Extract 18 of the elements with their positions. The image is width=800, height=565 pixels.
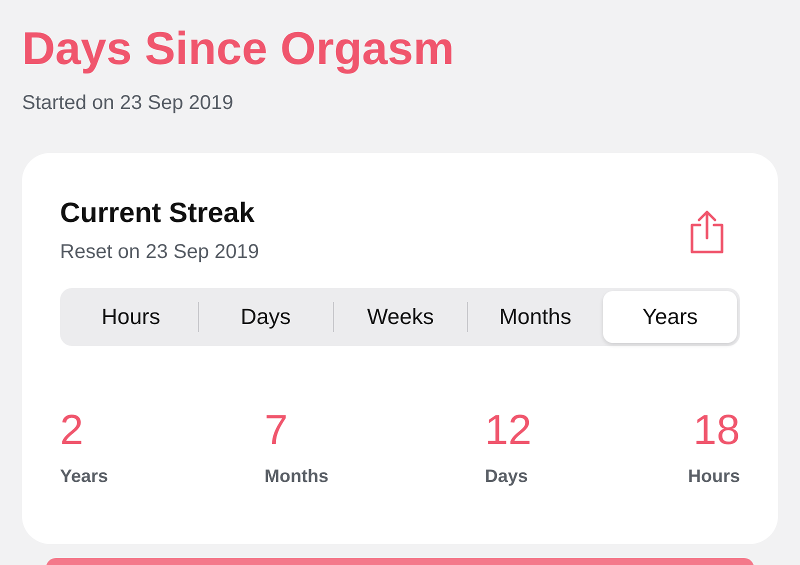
unit-tab[interactable]: Months [468, 291, 602, 343]
stat-value: 18 [693, 406, 740, 454]
stat-unit: Hours [688, 466, 740, 487]
stat-unit: Days [484, 466, 528, 487]
card-title: Current Streak [60, 197, 256, 229]
start-date: Started on 23 Sep 2019 [22, 92, 234, 115]
share-icon[interactable] [688, 209, 726, 255]
unit-tab[interactable]: Hours [64, 291, 198, 343]
stat-unit: Months [264, 466, 328, 487]
unit-tab[interactable]: Weeks [334, 291, 468, 343]
page-title: Days Since Orgasm [22, 21, 454, 76]
stat-value: 12 [484, 406, 532, 454]
unit-tab[interactable]: Days [198, 291, 333, 343]
stat-value: 7 [264, 406, 288, 454]
stat-unit: Years [60, 466, 108, 487]
stat-value: 2 [60, 406, 84, 454]
unit-tab[interactable]: Years [603, 291, 737, 343]
reset-date: Reset on 23 Sep 2019 [60, 241, 260, 264]
